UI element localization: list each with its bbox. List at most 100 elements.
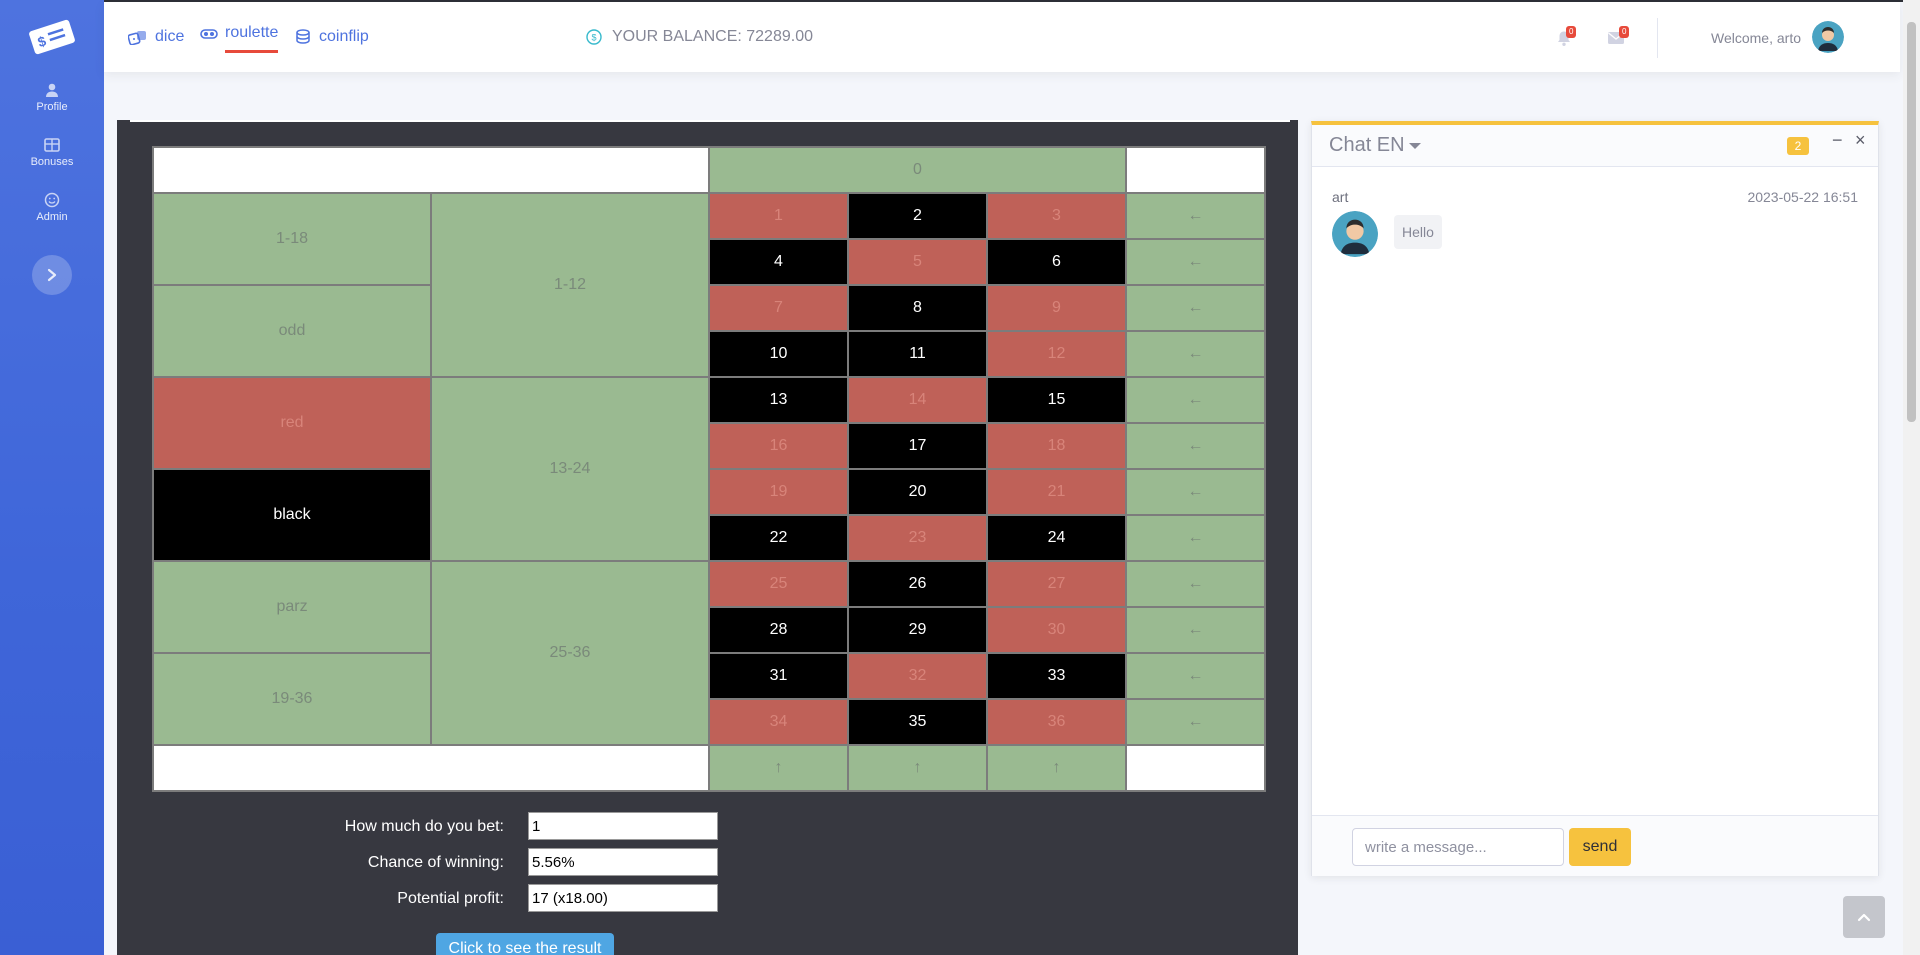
bet-column-2[interactable]: ↑ <box>847 744 988 792</box>
bet-number[interactable]: 20 <box>847 468 988 516</box>
bet-row-arrow[interactable]: ← <box>1125 192 1266 240</box>
sidebar-item-admin[interactable]: Admin <box>0 192 104 223</box>
bet-number[interactable]: 26 <box>847 560 988 608</box>
bet-number[interactable]: 23 <box>847 514 988 562</box>
sidebar-toggle-button[interactable] <box>32 255 72 295</box>
sidebar-item-profile[interactable]: Profile <box>0 82 104 113</box>
bet-number[interactable]: 8 <box>847 284 988 332</box>
bet-number[interactable]: 28 <box>708 606 849 654</box>
bet-number[interactable]: 32 <box>847 652 988 700</box>
bet-number[interactable]: 7 <box>708 284 849 332</box>
bet-row-arrow[interactable]: ← <box>1125 284 1266 332</box>
bet-number[interactable]: 35 <box>847 698 988 746</box>
bet-number[interactable]: 11 <box>847 330 988 378</box>
bet-number[interactable]: 2 <box>847 192 988 240</box>
bet-number[interactable]: 16 <box>708 422 849 470</box>
chance-label: Chance of winning: <box>367 854 504 871</box>
bet-19-36[interactable]: 19-36 <box>152 652 432 746</box>
table-icon <box>44 138 60 152</box>
sidebar-item-label: Admin <box>36 211 68 223</box>
bet-number[interactable]: 29 <box>847 606 988 654</box>
bet-number[interactable]: 17 <box>847 422 988 470</box>
bet-parz[interactable]: parz <box>152 560 432 654</box>
bet-row-arrow[interactable]: ← <box>1125 422 1266 470</box>
scroll-to-top-button[interactable] <box>1843 896 1885 938</box>
bet-number[interactable]: 10 <box>708 330 849 378</box>
bet-row-arrow[interactable]: ← <box>1125 652 1266 700</box>
bet-number[interactable]: 14 <box>847 376 988 424</box>
bet-amount-input[interactable] <box>528 812 718 840</box>
welcome-text[interactable]: Welcome, arto <box>1711 30 1801 46</box>
bet-number[interactable]: 6 <box>986 238 1127 286</box>
empty-cell <box>152 146 710 194</box>
minimize-icon[interactable]: − <box>1832 130 1843 151</box>
bet-zero[interactable]: 0 <box>708 146 1127 194</box>
close-icon[interactable]: × <box>1855 130 1866 151</box>
topbar-divider <box>1657 18 1658 58</box>
brand-logo[interactable]: $ <box>27 17 77 57</box>
bet-number[interactable]: 4 <box>708 238 849 286</box>
chat-message-input[interactable] <box>1352 828 1564 866</box>
bet-column-1[interactable]: ↑ <box>708 744 849 792</box>
chat-language-dropdown[interactable]: Chat EN <box>1329 134 1421 157</box>
bet-row-arrow[interactable]: ← <box>1125 238 1266 286</box>
tab-coinflip[interactable]: coinflip <box>294 28 369 46</box>
bet-number[interactable]: 15 <box>986 376 1127 424</box>
bet-row-arrow[interactable]: ← <box>1125 698 1266 746</box>
bet-number[interactable]: 30 <box>986 606 1127 654</box>
bet-number[interactable]: 13 <box>708 376 849 424</box>
bet-red[interactable]: red <box>152 376 432 470</box>
avatar-icon <box>1812 21 1844 53</box>
bet-number[interactable]: 5 <box>847 238 988 286</box>
svg-text:$: $ <box>591 33 596 43</box>
bet-dozen-1[interactable]: 1-12 <box>430 192 710 378</box>
bet-row-arrow[interactable]: ← <box>1125 560 1266 608</box>
profit-input[interactable] <box>528 884 718 912</box>
bet-number[interactable]: 1 <box>708 192 849 240</box>
bet-row-arrow[interactable]: ← <box>1125 606 1266 654</box>
bet-row-arrow[interactable]: ← <box>1125 514 1266 562</box>
tab-label: dice <box>155 28 185 45</box>
bet-dozen-3[interactable]: 25-36 <box>430 560 710 746</box>
chat-send-button[interactable]: send <box>1569 828 1631 866</box>
messages-button[interactable]: 0 <box>1607 26 1630 50</box>
bet-number[interactable]: 22 <box>708 514 849 562</box>
bet-black[interactable]: black <box>152 468 432 562</box>
bet-number[interactable]: 25 <box>708 560 849 608</box>
dice-icon <box>128 31 146 45</box>
bet-odd[interactable]: odd <box>152 284 432 378</box>
profit-label: Potential profit: <box>397 890 504 907</box>
user-icon <box>46 83 58 97</box>
bet-column-3[interactable]: ↑ <box>986 744 1127 792</box>
bet-number[interactable]: 31 <box>708 652 849 700</box>
chance-input[interactable] <box>528 848 718 876</box>
bet-number[interactable]: 21 <box>986 468 1127 516</box>
bet-number[interactable]: 36 <box>986 698 1127 746</box>
bet-number[interactable]: 33 <box>986 652 1127 700</box>
bet-1-18[interactable]: 1-18 <box>152 192 432 286</box>
empty-cell <box>152 744 710 792</box>
bet-row-arrow[interactable]: ← <box>1125 468 1266 516</box>
tab-roulette[interactable]: roulette <box>200 24 279 53</box>
bet-number[interactable]: 12 <box>986 330 1127 378</box>
smile-icon <box>44 192 60 208</box>
bet-number[interactable]: 19 <box>708 468 849 516</box>
user-avatar[interactable] <box>1812 21 1844 53</box>
page-scrollbar[interactable] <box>1903 0 1920 955</box>
chat-footer: send <box>1312 815 1878 876</box>
bet-dozen-2[interactable]: 13-24 <box>430 376 710 562</box>
sidebar-item-bonuses[interactable]: Bonuses <box>0 137 104 168</box>
scrollbar-thumb[interactable] <box>1907 22 1916 422</box>
tab-dice[interactable]: dice <box>128 28 184 46</box>
bet-row-arrow[interactable]: ← <box>1125 376 1266 424</box>
bet-number[interactable]: 34 <box>708 698 849 746</box>
see-result-button[interactable]: Click to see the result <box>436 933 614 955</box>
bet-number[interactable]: 18 <box>986 422 1127 470</box>
bet-number[interactable]: 27 <box>986 560 1127 608</box>
alerts-button[interactable]: 0 <box>1556 26 1577 52</box>
bet-row-arrow[interactable]: ← <box>1125 330 1266 378</box>
bet-number[interactable]: 3 <box>986 192 1127 240</box>
bet-number[interactable]: 9 <box>986 284 1127 332</box>
bet-number[interactable]: 24 <box>986 514 1127 562</box>
chat-title: Chat EN <box>1329 134 1405 156</box>
